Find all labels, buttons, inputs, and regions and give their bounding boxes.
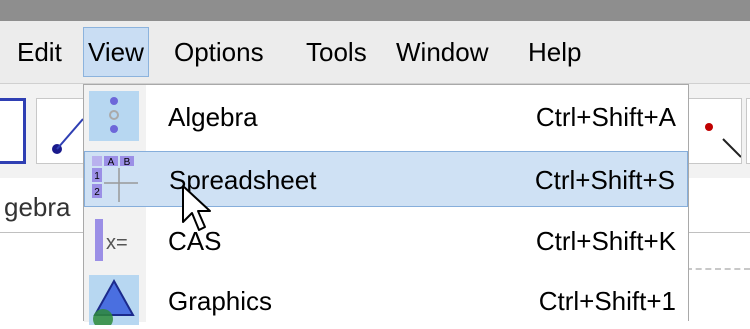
menu-item-cas[interactable]: x= CAS Ctrl+Shift+K [84,213,688,269]
menu-window[interactable]: Window [392,27,492,77]
menu-item-shortcut: Ctrl+Shift+K [535,226,676,256]
svg-text:B: B [124,157,131,168]
tool-button-partial[interactable] [746,98,750,164]
algebra-view-title: gebra [4,192,71,222]
menu-item-shortcut: Ctrl+Shift+S [534,165,675,195]
svg-text:1: 1 [94,171,100,182]
mouse-pointer-icon [182,185,211,231]
svg-text:2: 2 [94,187,100,198]
window-title-strip [0,0,750,21]
point-on-object-tool-icon [705,123,741,158]
view-menu-dropdown: Algebra Ctrl+Shift+A A B 1 2 Spreadsheet… [83,84,689,325]
menu-item-shortcut: Ctrl+Shift+A [535,102,676,132]
cas-view-icon: x= [95,219,128,261]
menu-item-spreadsheet[interactable]: A B 1 2 Spreadsheet Ctrl+Shift+S [84,151,688,207]
menu-tools[interactable]: Tools [302,27,371,77]
point-on-object-tool-button[interactable] [682,98,742,164]
menu-options[interactable]: Options [170,27,268,77]
menu-bar: Edit View Options Tools Window Help [0,21,750,84]
menu-help[interactable]: Help [524,27,585,77]
spreadsheet-view-icon: A B 1 2 [92,156,138,202]
menu-edit[interactable]: Edit [13,27,66,77]
algebra-view-icon [89,91,139,141]
graphics-axis-dashes [686,268,750,270]
graphics-view-icon [89,275,139,325]
svg-text:x=: x= [106,232,128,254]
menu-item-label: Algebra [168,102,258,132]
menu-item-algebra[interactable]: Algebra Ctrl+Shift+A [84,89,688,145]
move-tool-button[interactable] [0,98,26,164]
menu-view[interactable]: View [83,27,149,77]
svg-text:A: A [108,157,115,168]
